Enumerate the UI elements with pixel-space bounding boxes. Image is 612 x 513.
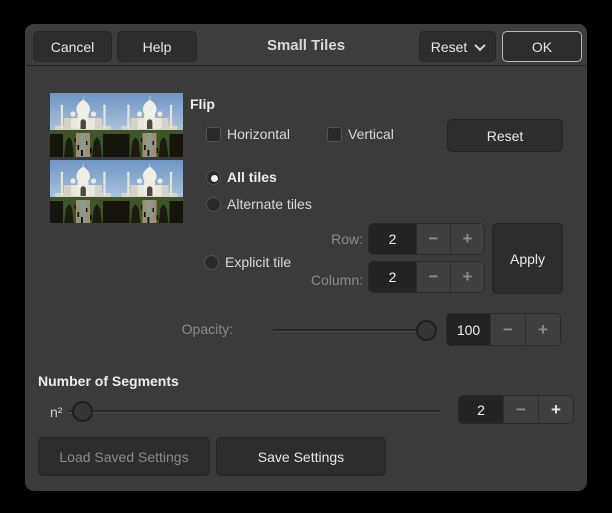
segments-plus-button[interactable]: + bbox=[538, 396, 573, 423]
flip-reset-button[interactable]: Reset bbox=[447, 119, 563, 152]
opacity-label: Opacity: bbox=[145, 321, 233, 337]
row-value-input[interactable]: 2 bbox=[369, 224, 416, 254]
row-minus-button[interactable]: − bbox=[416, 224, 450, 254]
segments-value-input[interactable]: 2 bbox=[459, 396, 503, 423]
column-minus-button[interactable]: − bbox=[416, 262, 450, 292]
opacity-value-input[interactable]: 100 bbox=[447, 314, 490, 345]
cancel-button[interactable]: Cancel bbox=[33, 31, 112, 62]
alternate-tiles-radio-row: Alternate tiles bbox=[206, 196, 312, 212]
column-value-input[interactable]: 2 bbox=[369, 262, 416, 292]
flip-section-label: Flip bbox=[190, 96, 215, 112]
explicit-tile-radio[interactable] bbox=[204, 255, 219, 270]
row-plus-button[interactable]: + bbox=[450, 224, 484, 254]
dialog-headerbar: Cancel Help Small Tiles Reset OK bbox=[25, 24, 587, 66]
opacity-plus-button[interactable]: + bbox=[525, 314, 560, 345]
alternate-tiles-radio[interactable] bbox=[206, 197, 221, 212]
segments-minus-button[interactable]: − bbox=[503, 396, 538, 423]
segments-spinbutton: 2 − + bbox=[458, 395, 574, 424]
screen: Cancel Help Small Tiles Reset OK bbox=[0, 0, 612, 513]
cancel-button-label: Cancel bbox=[51, 39, 95, 55]
preview-image bbox=[50, 93, 183, 223]
ok-button[interactable]: OK bbox=[502, 31, 582, 62]
plus-icon: + bbox=[538, 320, 548, 340]
all-tiles-radio[interactable] bbox=[206, 170, 221, 185]
horizontal-checkbox[interactable] bbox=[206, 127, 221, 142]
plus-icon: + bbox=[463, 229, 473, 249]
save-settings-button[interactable]: Save Settings bbox=[216, 437, 386, 476]
load-saved-settings-button[interactable]: Load Saved Settings bbox=[38, 437, 210, 476]
flip-reset-button-label: Reset bbox=[487, 128, 524, 144]
column-spinbutton: 2 − + bbox=[368, 261, 485, 293]
segments-slider-handle[interactable] bbox=[72, 401, 93, 422]
vertical-checkbox-row: Vertical bbox=[327, 126, 394, 142]
vertical-checkbox-label: Vertical bbox=[348, 126, 394, 142]
opacity-spinbutton: 100 − + bbox=[446, 313, 561, 346]
alternate-tiles-radio-label: Alternate tiles bbox=[227, 196, 312, 212]
minus-icon: − bbox=[516, 400, 526, 420]
explicit-tile-radio-row: Explicit tile bbox=[204, 254, 291, 270]
plus-icon: + bbox=[463, 267, 473, 287]
column-plus-button[interactable]: + bbox=[450, 262, 484, 292]
load-saved-settings-label: Load Saved Settings bbox=[59, 449, 188, 465]
minus-icon: − bbox=[429, 229, 439, 249]
minus-icon: − bbox=[429, 267, 439, 287]
plus-icon: + bbox=[551, 400, 561, 420]
segments-slider-track[interactable] bbox=[68, 410, 440, 413]
apply-button[interactable]: Apply bbox=[492, 223, 563, 294]
all-tiles-radio-row: All tiles bbox=[206, 169, 277, 185]
minus-icon: − bbox=[503, 320, 513, 340]
segments-n-label: n² bbox=[50, 404, 62, 420]
row-spinbutton: 2 − + bbox=[368, 223, 485, 255]
opacity-minus-button[interactable]: − bbox=[490, 314, 525, 345]
opacity-slider-track[interactable] bbox=[273, 329, 437, 332]
save-settings-label: Save Settings bbox=[258, 449, 344, 465]
chevron-down-icon bbox=[475, 39, 486, 50]
help-button-label: Help bbox=[143, 39, 172, 55]
column-label: Column: bbox=[295, 272, 363, 288]
explicit-tile-radio-label: Explicit tile bbox=[225, 254, 291, 270]
opacity-slider-handle[interactable] bbox=[416, 320, 437, 341]
all-tiles-radio-label: All tiles bbox=[227, 169, 277, 185]
row-label: Row: bbox=[295, 231, 363, 247]
help-button[interactable]: Help bbox=[117, 31, 197, 62]
vertical-checkbox[interactable] bbox=[327, 127, 342, 142]
ok-button-label: OK bbox=[532, 39, 552, 55]
horizontal-checkbox-label: Horizontal bbox=[227, 126, 290, 142]
horizontal-checkbox-row: Horizontal bbox=[206, 126, 290, 142]
reset-menu-button[interactable]: Reset bbox=[419, 31, 496, 62]
small-tiles-dialog: Cancel Help Small Tiles Reset OK bbox=[25, 24, 587, 491]
apply-button-label: Apply bbox=[510, 251, 545, 267]
reset-menu-label: Reset bbox=[431, 39, 468, 55]
segments-section-label: Number of Segments bbox=[38, 373, 179, 389]
